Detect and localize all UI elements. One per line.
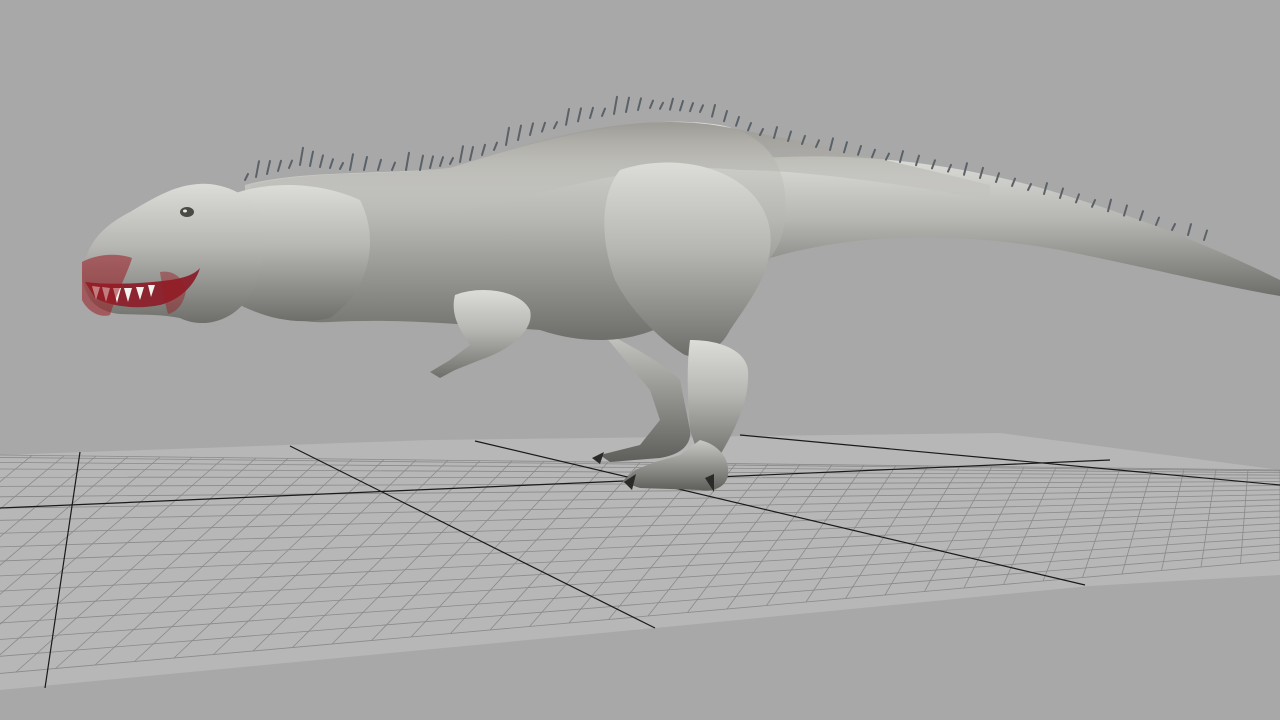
spike (1107, 198, 1112, 213)
spike (659, 101, 664, 110)
spike (309, 150, 314, 167)
tyrannosaurus-model[interactable] (82, 95, 1280, 492)
spike (439, 156, 444, 167)
spike (493, 141, 498, 151)
spike (871, 148, 876, 159)
spike (288, 159, 293, 169)
spike (429, 155, 434, 169)
spike (857, 145, 862, 156)
spike (459, 145, 464, 163)
spike (601, 107, 606, 117)
spike (339, 162, 344, 170)
spike (1123, 204, 1128, 217)
spike (541, 121, 546, 133)
spike (1139, 210, 1144, 221)
spike (319, 154, 324, 168)
spike (277, 159, 282, 172)
spike (711, 104, 716, 118)
spike (589, 106, 594, 119)
spike (266, 160, 271, 175)
eye-highlight (183, 209, 187, 213)
spike (449, 157, 454, 165)
spike (699, 104, 704, 113)
spike (669, 97, 674, 111)
spike (747, 122, 752, 132)
spike (419, 154, 424, 171)
spike (244, 173, 249, 181)
tail (740, 156, 1280, 296)
spike (577, 107, 582, 123)
spike (625, 96, 630, 113)
spike (391, 161, 396, 171)
spike (773, 126, 778, 139)
spike (1187, 223, 1192, 236)
spike (553, 121, 558, 130)
spike (1155, 216, 1160, 226)
spike (723, 110, 728, 123)
spike (1171, 223, 1176, 231)
spike (255, 160, 260, 178)
spike (377, 158, 382, 171)
spike (299, 146, 304, 166)
spike (689, 102, 694, 113)
spike (481, 143, 486, 156)
spike (637, 97, 642, 111)
viewport-scene[interactable] (0, 0, 1280, 720)
spike (349, 153, 354, 171)
spike (899, 150, 904, 163)
spike (517, 124, 522, 141)
spike (735, 116, 740, 127)
spike (405, 151, 410, 171)
eye (180, 207, 194, 217)
spike (1203, 229, 1208, 241)
spike (649, 99, 654, 109)
spike (469, 146, 474, 161)
spike (679, 99, 684, 112)
spike (329, 158, 334, 169)
3d-viewport[interactable] (0, 0, 1280, 720)
spike (843, 141, 848, 154)
spike (529, 122, 534, 136)
spike (505, 126, 510, 146)
spike (885, 152, 890, 161)
spike (363, 156, 368, 171)
spike (565, 108, 570, 126)
spike (613, 95, 618, 115)
